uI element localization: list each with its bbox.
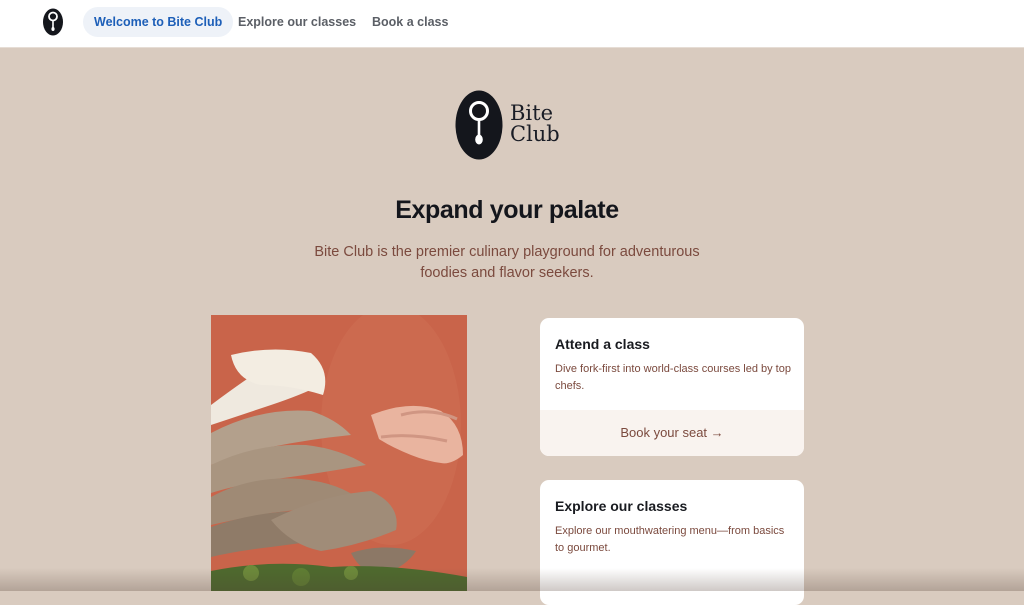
attend-class-card: Attend a class Dive fork-first into worl… [540, 318, 804, 456]
bite-club-logo-icon[interactable] [42, 8, 64, 36]
tab-welcome[interactable]: Welcome to Bite Club [83, 7, 234, 37]
bottom-fade [0, 568, 1024, 591]
attend-class-description: Dive fork-first into world-class courses… [555, 363, 791, 392]
tab-explore-classes[interactable]: Explore our classes [227, 7, 367, 37]
tab-book-class[interactable]: Book a class [361, 7, 459, 37]
mushroom-illustration [211, 315, 467, 591]
brand-word-line-2: Club [510, 122, 560, 146]
page-subtitle: Bite Club is the premier culinary playgr… [314, 244, 700, 281]
explore-classes-card[interactable]: Explore our classes Explore our mouthwat… [540, 480, 804, 605]
main-content: Bite Club Expand your palate Bite Club i… [0, 48, 1024, 605]
top-navigation-bar: Welcome to Bite Club Explore our classes… [0, 0, 1024, 48]
book-seat-button[interactable]: Book your seat → [540, 410, 804, 456]
bite-club-brand-icon [455, 90, 503, 160]
brand-word-line-1: Bite [510, 101, 554, 125]
page-headline: Expand your palate [395, 196, 619, 224]
explore-classes-title: Explore our classes [555, 498, 688, 514]
explore-classes-description: Explore our mouthwatering menu—from basi… [555, 525, 785, 554]
mushroom-hand-photo [211, 315, 467, 591]
attend-class-title: Attend a class [555, 336, 650, 352]
brand-wordmark: Bite Club [510, 103, 560, 145]
